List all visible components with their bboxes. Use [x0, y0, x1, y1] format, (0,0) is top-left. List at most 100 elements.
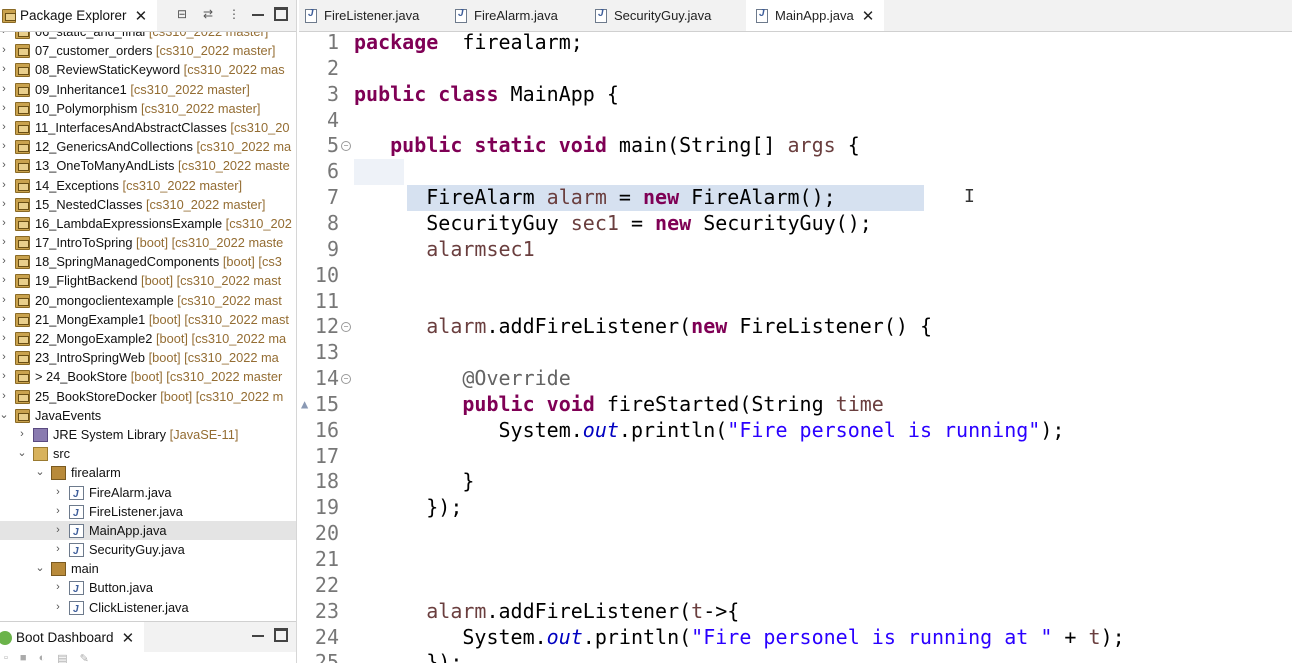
open-icon[interactable]: ▤ [57, 652, 67, 663]
tree-item[interactable]: › ClickListener.java [0, 598, 296, 619]
code-line[interactable]: 18 } [299, 469, 1292, 495]
link-editor-icon[interactable]: ⇄ [200, 6, 216, 22]
code-line[interactable]: 11 [299, 289, 1292, 315]
editor-tab[interactable]: MainApp.java ✕ [746, 0, 885, 31]
chevron-right-icon[interactable]: › [0, 41, 9, 60]
tree-item[interactable]: › 14_Exceptions [cs310_2022 master] [0, 176, 296, 195]
tree-item[interactable]: › 09_Inheritance1 [cs310_2022 master] [0, 80, 296, 99]
tree-item[interactable]: › 18_SpringManagedComponents [boot] [cs3 [0, 252, 296, 271]
code-line[interactable]: 22 [299, 573, 1292, 599]
tree-item[interactable]: › FireListener.java [0, 502, 296, 523]
close-icon[interactable]: ✕ [122, 629, 135, 647]
stop-icon[interactable]: ■ [20, 652, 27, 663]
code-editor[interactable]: FireListener.java FireAlarm.java SecurityG… [299, 0, 1292, 663]
code-line[interactable]: 19 }); [299, 495, 1292, 521]
maximize-icon[interactable] [274, 7, 288, 21]
chevron-right-icon[interactable]: › [53, 598, 63, 617]
chevron-right-icon[interactable]: › [0, 99, 9, 118]
tree-item[interactable]: › 13_OneToManyAndLists [cs310_2022 maste [0, 156, 296, 175]
tree-item[interactable]: › 21_MongExample1 [boot] [cs310_2022 mast [0, 310, 296, 329]
chevron-right-icon[interactable]: › [53, 483, 63, 502]
fold-toggle-icon[interactable]: − [341, 322, 351, 333]
close-icon[interactable]: ✕ [135, 7, 148, 25]
boot-dashboard-tab[interactable]: Boot Dashboard ✕ [0, 622, 145, 653]
tree-item[interactable]: › 23_IntroSpringWeb [boot] [cs310_2022 ma [0, 348, 296, 367]
chevron-right-icon[interactable]: › [0, 329, 9, 348]
chevron-right-icon[interactable]: › [53, 521, 63, 540]
code-line[interactable]: 16 System.out.println("Fire personel is … [299, 418, 1292, 444]
chevron-right-icon[interactable]: › [0, 233, 9, 252]
chevron-right-icon[interactable]: › [0, 80, 9, 99]
code-line[interactable]: 8 SecurityGuy sec1 = new SecurityGuy(); [299, 211, 1292, 237]
fold-toggle-icon[interactable]: − [341, 374, 351, 385]
tree-item[interactable]: ⌄ firealarm [0, 463, 296, 482]
tree-item[interactable]: › MainApp.java [0, 520, 296, 542]
chevron-right-icon[interactable]: › [0, 214, 9, 233]
code-line[interactable]: 12− alarm.addFireListener(new FireListen… [299, 314, 1292, 340]
tree-item[interactable]: › 22_MongoExample2 [boot] [cs310_2022 ma [0, 329, 296, 348]
chevron-right-icon[interactable]: › [0, 118, 9, 137]
code-line[interactable]: 17 [299, 444, 1292, 470]
tree-item[interactable]: › 20_mongoclientexample [cs310_2022 mast [0, 291, 296, 310]
chevron-down-icon[interactable]: ⌄ [0, 406, 9, 425]
code-line[interactable]: 21 [299, 547, 1292, 573]
code-line[interactable]: 3 public class MainApp { [299, 82, 1292, 108]
minimize-icon[interactable] [252, 629, 264, 637]
refresh-icon[interactable]: ▫ [4, 652, 8, 663]
maximize-icon[interactable] [274, 628, 288, 642]
code-line[interactable]: 1 package firealarm; [299, 30, 1292, 56]
code-line[interactable]: 14− @Override [299, 366, 1292, 392]
tree-item[interactable]: › 19_FlightBackend [boot] [cs310_2022 mas… [0, 271, 296, 290]
code-line[interactable]: 4 [299, 108, 1292, 134]
tree-item[interactable]: › SecurityGuy.java [0, 540, 296, 561]
tree-item[interactable]: › 25_BookStoreDocker [boot] [cs310_2022 m [0, 387, 296, 406]
chevron-right-icon[interactable]: › [53, 578, 63, 597]
debug-icon[interactable]: ◐ [39, 652, 46, 663]
code-line[interactable]: 24 System.out.println("Fire personel is … [299, 625, 1292, 651]
tree-item[interactable]: › FireAlarm.java [0, 483, 296, 504]
tree-item[interactable]: › 08_ReviewStaticKeyword [cs310_2022 mas [0, 60, 296, 79]
code-line[interactable]: 9 alarmsec1 [299, 237, 1292, 263]
chevron-down-icon[interactable]: ⌄ [17, 444, 27, 463]
chevron-right-icon[interactable]: › [0, 387, 9, 406]
code-line[interactable]: 10 [299, 263, 1292, 289]
chevron-down-icon[interactable]: ⌄ [35, 463, 45, 482]
code-line[interactable]: 7 FireAlarm alarm = new FireAlarm(); [299, 185, 1292, 211]
tree-item[interactable]: › 11_InterfacesAndAbstractClasses [cs310_… [0, 118, 296, 137]
fold-toggle-icon[interactable]: − [341, 141, 351, 152]
editor-tab[interactable]: FireAlarm.java [455, 0, 558, 31]
editor-tab[interactable]: FireListener.java [305, 0, 419, 31]
chevron-right-icon[interactable]: › [0, 137, 9, 156]
chevron-right-icon[interactable]: › [0, 310, 9, 329]
chevron-right-icon[interactable]: › [0, 271, 9, 290]
tree-item[interactable]: › 17_IntroToSpring [boot] [cs310_2022 mas… [0, 233, 296, 252]
code-line[interactable]: 2 [299, 56, 1292, 82]
tree-item[interactable]: › 16_LambdaExpressionsExample [cs310_202 [0, 214, 296, 233]
code-line[interactable]: 6 [299, 159, 1292, 186]
code-line[interactable]: 25 }); [299, 650, 1292, 663]
chevron-right-icon[interactable]: › [0, 367, 9, 386]
code-line[interactable]: 5− public static void main(String[] args… [299, 133, 1292, 159]
editor-tab[interactable]: SecurityGuy.java [595, 0, 711, 31]
package-explorer-tab[interactable]: Package Explorer ✕ [0, 0, 158, 31]
tree-item[interactable]: ⌄ src [0, 444, 296, 463]
tree-item[interactable]: › Button.java [0, 578, 296, 599]
chevron-right-icon[interactable]: › [0, 176, 9, 195]
chevron-right-icon[interactable]: › [0, 252, 9, 271]
collapse-all-icon[interactable]: ⊟ [174, 6, 190, 22]
tree-item[interactable]: ⌄ main [0, 559, 296, 578]
chevron-right-icon[interactable]: › [17, 425, 27, 444]
chevron-right-icon[interactable]: › [53, 502, 63, 521]
code-line[interactable]: 15 ▲ public void fireStarted(String time [299, 392, 1292, 418]
tree-item[interactable]: › 12_GenericsAndCollections [cs310_2022 m… [0, 137, 296, 156]
config-icon[interactable]: ✎ [80, 652, 89, 663]
minimize-icon[interactable] [252, 8, 264, 16]
code-line[interactable]: 23 alarm.addFireListener(t->{ [299, 599, 1292, 625]
chevron-right-icon[interactable]: › [53, 540, 63, 559]
code-line[interactable]: 20 [299, 521, 1292, 547]
chevron-right-icon[interactable]: › [0, 291, 9, 310]
chevron-right-icon[interactable]: › [0, 195, 9, 214]
chevron-right-icon[interactable]: › [0, 348, 9, 367]
close-icon[interactable]: ✕ [862, 7, 875, 25]
tree-item[interactable]: ⌄ JavaEvents [0, 406, 296, 425]
